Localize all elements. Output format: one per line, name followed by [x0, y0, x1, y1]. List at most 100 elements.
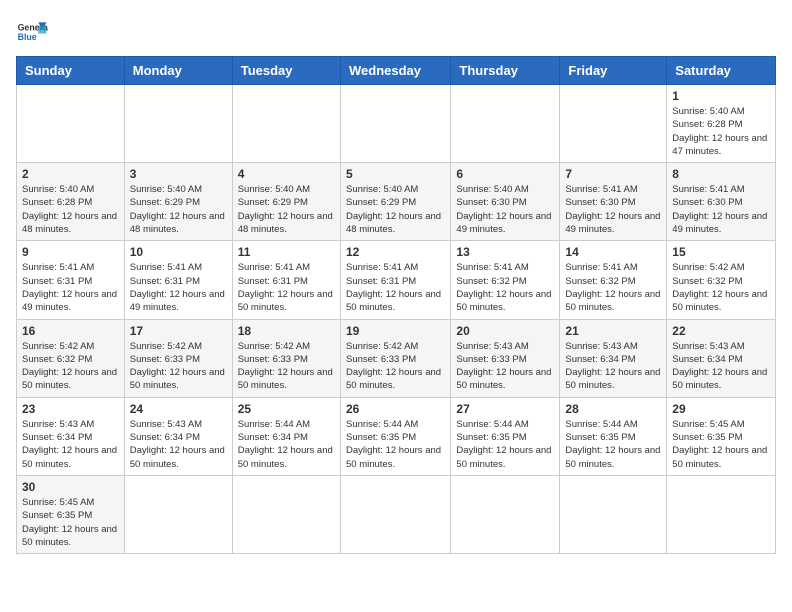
day-info: Sunrise: 5:41 AM Sunset: 6:32 PM Dayligh…: [565, 261, 661, 314]
calendar-cell: 15Sunrise: 5:42 AM Sunset: 6:32 PM Dayli…: [667, 241, 776, 319]
day-info: Sunrise: 5:41 AM Sunset: 6:31 PM Dayligh…: [130, 261, 227, 314]
calendar-table: SundayMondayTuesdayWednesdayThursdayFrid…: [16, 56, 776, 554]
weekday-header-tuesday: Tuesday: [232, 57, 340, 85]
calendar-week-row: 9 Sunrise: 5:41 AM Sunset: 6:31 PM Daylig…: [17, 241, 776, 319]
day-number: 26: [346, 402, 445, 416]
day-number: 15: [672, 245, 770, 259]
day-number: 30: [22, 480, 119, 494]
calendar-cell: 3Sunrise: 5:40 AM Sunset: 6:29 PM Daylig…: [124, 163, 232, 241]
day-info: Sunrise: 5:43 AM Sunset: 6:34 PM Dayligh…: [672, 340, 770, 393]
calendar-cell: 22 Sunrise: 5:43 AM Sunset: 6:34 PM Dayli…: [667, 319, 776, 397]
day-info: Sunrise: 5:41 AM Sunset: 6:32 PM Dayligh…: [456, 261, 554, 314]
calendar-cell: [340, 85, 450, 163]
calendar-cell: [560, 85, 667, 163]
day-info: Sunrise: 5:40 AM Sunset: 6:28 PM Dayligh…: [22, 183, 119, 236]
calendar-cell: 23 Sunrise: 5:43 AM Sunset: 6:34 PM Dayli…: [17, 397, 125, 475]
day-info: Sunrise: 5:41 AM Sunset: 6:30 PM Dayligh…: [565, 183, 661, 236]
weekday-header-wednesday: Wednesday: [340, 57, 450, 85]
calendar-cell: 26Sunrise: 5:44 AM Sunset: 6:35 PM Dayli…: [340, 397, 450, 475]
day-info: Sunrise: 5:42 AM Sunset: 6:33 PM Dayligh…: [130, 340, 227, 393]
day-info: Sunrise: 5:45 AM Sunset: 6:35 PM Dayligh…: [22, 496, 119, 549]
calendar-cell: 28 Sunrise: 5:44 AM Sunset: 6:35 PM Dayli…: [560, 397, 667, 475]
day-number: 19: [346, 324, 445, 338]
day-info: Sunrise: 5:43 AM Sunset: 6:34 PM Dayligh…: [22, 418, 119, 471]
day-info: Sunrise: 5:43 AM Sunset: 6:33 PM Dayligh…: [456, 340, 554, 393]
calendar-cell: [124, 85, 232, 163]
day-info: Sunrise: 5:41 AM Sunset: 6:31 PM Dayligh…: [22, 261, 119, 314]
day-info: Sunrise: 5:41 AM Sunset: 6:31 PM Dayligh…: [346, 261, 445, 314]
day-number: 5: [346, 167, 445, 181]
calendar-cell: 6Sunrise: 5:40 AM Sunset: 6:30 PM Daylig…: [451, 163, 560, 241]
day-info: Sunrise: 5:45 AM Sunset: 6:35 PM Dayligh…: [672, 418, 770, 471]
weekday-header-friday: Friday: [560, 57, 667, 85]
day-number: 10: [130, 245, 227, 259]
day-info: Sunrise: 5:43 AM Sunset: 6:34 PM Dayligh…: [130, 418, 227, 471]
calendar-cell: 30 Sunrise: 5:45 AM Sunset: 6:35 PM Dayli…: [17, 475, 125, 553]
calendar-cell: [340, 475, 450, 553]
weekday-header-saturday: Saturday: [667, 57, 776, 85]
day-number: 2: [22, 167, 119, 181]
calendar-week-row: 23 Sunrise: 5:43 AM Sunset: 6:34 PM Dayli…: [17, 397, 776, 475]
day-number: 11: [238, 245, 335, 259]
day-number: 14: [565, 245, 661, 259]
calendar-cell: 13Sunrise: 5:41 AM Sunset: 6:32 PM Dayli…: [451, 241, 560, 319]
calendar-cell: 7 Sunrise: 5:41 AM Sunset: 6:30 PM Daylig…: [560, 163, 667, 241]
day-number: 8: [672, 167, 770, 181]
day-number: 24: [130, 402, 227, 416]
weekday-header-row: SundayMondayTuesdayWednesdayThursdayFrid…: [17, 57, 776, 85]
day-number: 7: [565, 167, 661, 181]
day-number: 4: [238, 167, 335, 181]
day-info: Sunrise: 5:40 AM Sunset: 6:28 PM Dayligh…: [672, 105, 770, 158]
day-info: Sunrise: 5:43 AM Sunset: 6:34 PM Dayligh…: [565, 340, 661, 393]
day-number: 17: [130, 324, 227, 338]
calendar-cell: [560, 475, 667, 553]
day-number: 25: [238, 402, 335, 416]
day-number: 22: [672, 324, 770, 338]
day-info: Sunrise: 5:40 AM Sunset: 6:29 PM Dayligh…: [238, 183, 335, 236]
generalblue-logo-icon: General Blue: [16, 16, 48, 48]
calendar-cell: 4 Sunrise: 5:40 AM Sunset: 6:29 PM Daylig…: [232, 163, 340, 241]
logo: General Blue: [16, 16, 48, 48]
weekday-header-thursday: Thursday: [451, 57, 560, 85]
calendar-cell: [17, 85, 125, 163]
calendar-cell: [232, 85, 340, 163]
weekday-header-sunday: Sunday: [17, 57, 125, 85]
day-number: 18: [238, 324, 335, 338]
day-info: Sunrise: 5:44 AM Sunset: 6:35 PM Dayligh…: [565, 418, 661, 471]
day-info: Sunrise: 5:40 AM Sunset: 6:29 PM Dayligh…: [346, 183, 445, 236]
day-number: 23: [22, 402, 119, 416]
calendar-cell: 10 Sunrise: 5:41 AM Sunset: 6:31 PM Dayli…: [124, 241, 232, 319]
calendar-cell: 17 Sunrise: 5:42 AM Sunset: 6:33 PM Dayli…: [124, 319, 232, 397]
day-info: Sunrise: 5:41 AM Sunset: 6:31 PM Dayligh…: [238, 261, 335, 314]
page-header: General Blue: [16, 16, 776, 48]
weekday-header-monday: Monday: [124, 57, 232, 85]
calendar-cell: [451, 475, 560, 553]
day-number: 16: [22, 324, 119, 338]
svg-text:Blue: Blue: [18, 32, 37, 42]
day-number: 29: [672, 402, 770, 416]
calendar-cell: [451, 85, 560, 163]
day-info: Sunrise: 5:41 AM Sunset: 6:30 PM Dayligh…: [672, 183, 770, 236]
calendar-cell: 5 Sunrise: 5:40 AM Sunset: 6:29 PM Daylig…: [340, 163, 450, 241]
calendar-week-row: 1Sunrise: 5:40 AM Sunset: 6:28 PM Daylig…: [17, 85, 776, 163]
calendar-cell: [667, 475, 776, 553]
day-number: 3: [130, 167, 227, 181]
day-number: 20: [456, 324, 554, 338]
day-number: 27: [456, 402, 554, 416]
calendar-cell: 1Sunrise: 5:40 AM Sunset: 6:28 PM Daylig…: [667, 85, 776, 163]
calendar-cell: [232, 475, 340, 553]
calendar-cell: [124, 475, 232, 553]
calendar-week-row: 2 Sunrise: 5:40 AM Sunset: 6:28 PM Daylig…: [17, 163, 776, 241]
day-info: Sunrise: 5:42 AM Sunset: 6:33 PM Dayligh…: [238, 340, 335, 393]
day-info: Sunrise: 5:44 AM Sunset: 6:34 PM Dayligh…: [238, 418, 335, 471]
day-number: 6: [456, 167, 554, 181]
day-number: 28: [565, 402, 661, 416]
calendar-cell: 9 Sunrise: 5:41 AM Sunset: 6:31 PM Daylig…: [17, 241, 125, 319]
calendar-cell: 25 Sunrise: 5:44 AM Sunset: 6:34 PM Dayli…: [232, 397, 340, 475]
calendar-cell: 18 Sunrise: 5:42 AM Sunset: 6:33 PM Dayli…: [232, 319, 340, 397]
calendar-cell: 20 Sunrise: 5:43 AM Sunset: 6:33 PM Dayli…: [451, 319, 560, 397]
day-number: 12: [346, 245, 445, 259]
calendar-cell: 12 Sunrise: 5:41 AM Sunset: 6:31 PM Dayli…: [340, 241, 450, 319]
day-number: 9: [22, 245, 119, 259]
calendar-week-row: 16Sunrise: 5:42 AM Sunset: 6:32 PM Dayli…: [17, 319, 776, 397]
